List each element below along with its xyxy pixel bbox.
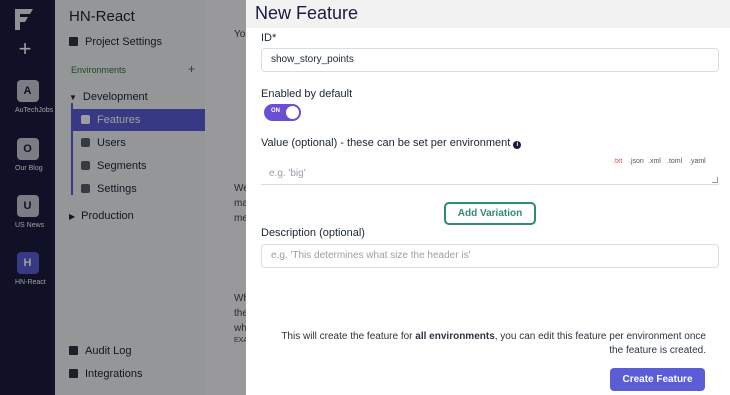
notice-bold: all environments — [415, 331, 495, 342]
notice-text: , you can edit this feature per environm… — [494, 331, 706, 356]
id-label: ID* — [261, 32, 277, 44]
feature-id-input[interactable]: show_story_points — [261, 48, 719, 72]
toggle-knob — [286, 106, 299, 119]
enabled-label: Enabled by default — [261, 88, 353, 100]
info-icon[interactable]: i — [513, 141, 522, 149]
modal-backdrop[interactable] — [0, 0, 246, 395]
description-input[interactable]: e.g. 'This determines what size the head… — [261, 244, 719, 268]
value-placeholder: e.g. 'big' — [269, 168, 306, 179]
description-label: Description (optional) — [261, 227, 365, 239]
create-notice: This will create the feature for all env… — [266, 330, 706, 358]
modal-header: New Feature — [246, 0, 730, 28]
notice-text: This will create the feature for — [281, 331, 416, 342]
add-variation-button[interactable]: Add Variation — [444, 202, 536, 225]
value-label: Value (optional) - these can be set per … — [261, 137, 522, 149]
toggle-on-text: ON — [271, 108, 280, 114]
new-feature-modal: New Feature ID* show_story_points Enable… — [246, 0, 730, 395]
resize-handle-icon[interactable] — [712, 177, 718, 183]
enabled-toggle[interactable]: ON — [264, 104, 301, 121]
create-feature-button[interactable]: Create Feature — [610, 368, 705, 391]
modal-title: New Feature — [255, 3, 359, 23]
value-textarea[interactable]: e.g. 'big' — [261, 163, 719, 185]
value-label-text: Value (optional) - these can be set per … — [261, 137, 511, 149]
